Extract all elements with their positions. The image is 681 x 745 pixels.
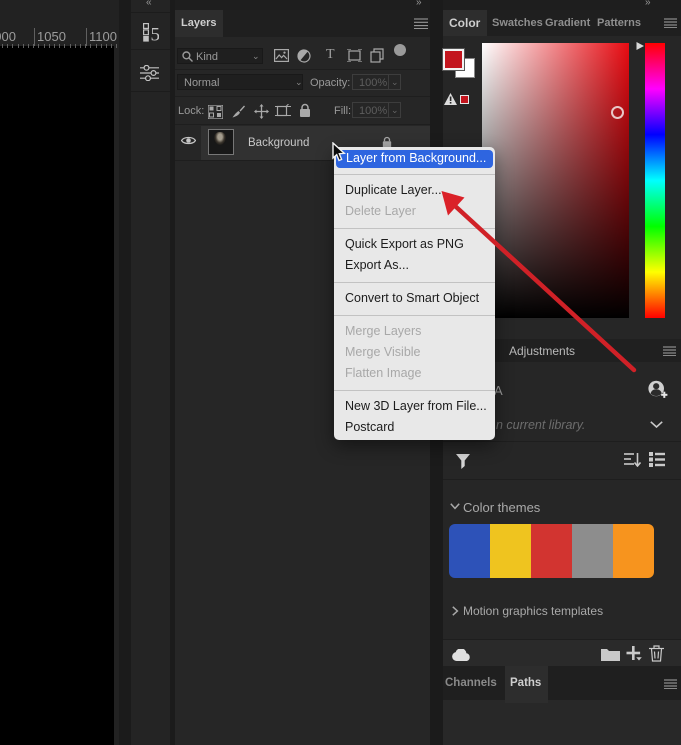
- svg-text:5: 5: [151, 25, 160, 43]
